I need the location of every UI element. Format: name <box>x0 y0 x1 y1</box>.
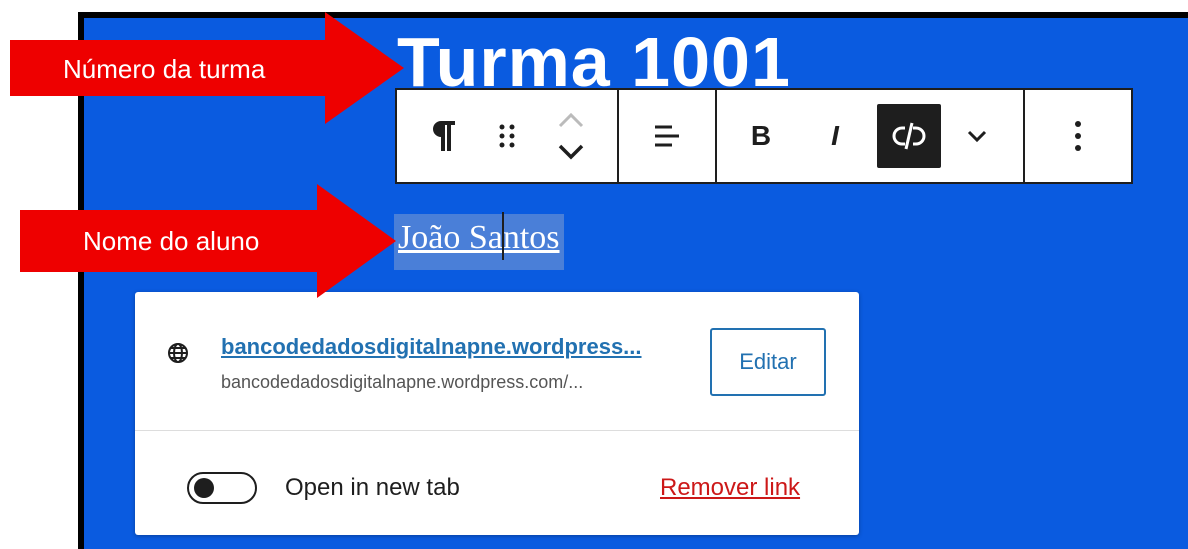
open-new-tab-toggle[interactable] <box>187 472 257 504</box>
link-preview-row: bancodedadosdigitalnapne.wordpress... ba… <box>135 292 859 431</box>
student-name-callout: Nome do aluno <box>20 184 400 298</box>
class-number-callout: Número da turma <box>0 12 410 124</box>
move-up-down-icon[interactable] <box>539 104 603 168</box>
link-url: bancodedadosdigitalnapne.wordpress.com/.… <box>221 372 584 392</box>
format-group: B I <box>717 90 1025 182</box>
name-text-start: João Sa <box>398 218 503 256</box>
unlink-icon[interactable] <box>877 104 941 168</box>
student-name-label: Nome do aluno <box>83 226 260 256</box>
toggle-knob <box>194 478 214 498</box>
bold-button[interactable]: B <box>729 104 793 168</box>
chevron-down-icon[interactable] <box>945 104 1009 168</box>
edit-link-button[interactable]: Editar <box>710 328 826 396</box>
italic-button[interactable]: I <box>803 104 867 168</box>
student-name-link[interactable]: João Santos <box>394 212 564 270</box>
globe-icon <box>168 343 188 363</box>
more-vertical-icon[interactable] <box>1046 104 1110 168</box>
alignment-group <box>619 90 717 182</box>
options-group <box>1025 90 1131 182</box>
text-caret <box>501 212 504 260</box>
name-text-end: ntos <box>502 218 560 256</box>
paragraph-icon[interactable] <box>411 104 475 168</box>
block-toolbar: B I <box>395 88 1133 184</box>
link-popover: bancodedadosdigitalnapne.wordpress... ba… <box>135 292 859 535</box>
class-number-label: Número da turma <box>63 54 266 84</box>
block-controls-group <box>397 90 619 182</box>
link-title[interactable]: bancodedadosdigitalnapne.wordpress... <box>221 334 642 360</box>
remove-link-button[interactable]: Remover link <box>660 474 800 502</box>
open-new-tab-label: Open in new tab <box>285 474 460 501</box>
drag-handle-icon[interactable] <box>475 104 539 168</box>
align-left-icon[interactable] <box>635 104 699 168</box>
